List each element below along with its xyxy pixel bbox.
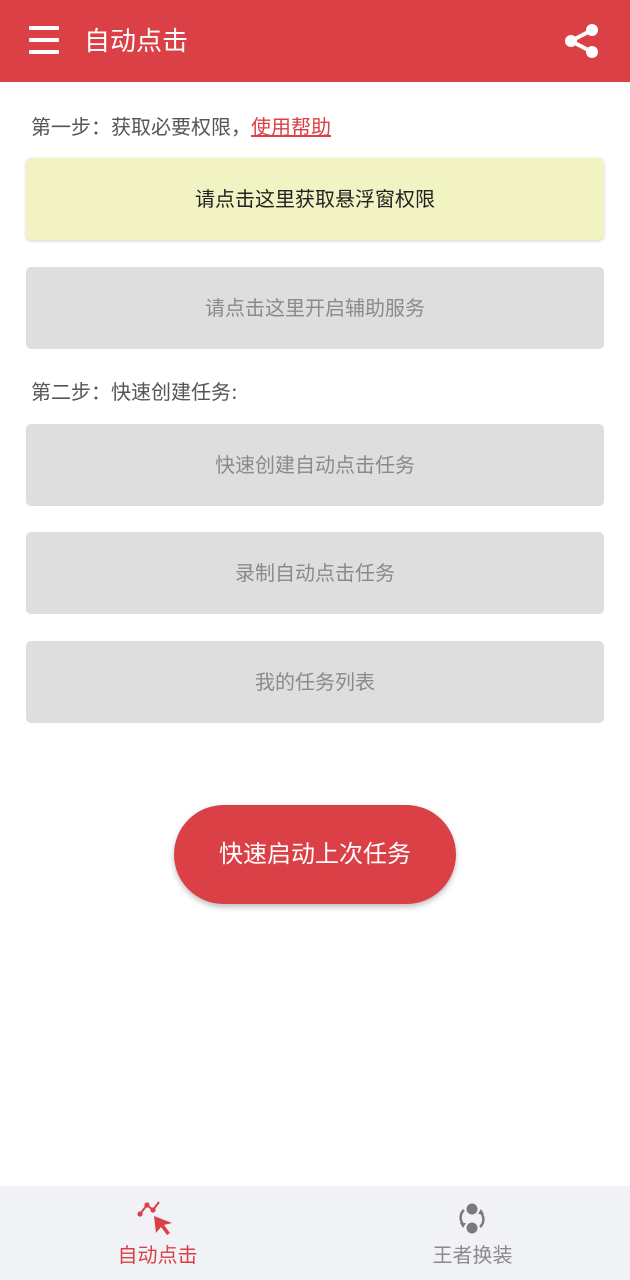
bottom-navigation: 自动点击 王者换装 (0, 1186, 630, 1280)
swap-icon (459, 1203, 485, 1234)
quick-create-task-button[interactable]: 快速创建自动点击任务 (26, 424, 604, 506)
share-icon[interactable] (563, 22, 601, 60)
step2-label: 第二步：快速创建任务: (31, 380, 238, 404)
my-task-list-button[interactable]: 我的任务列表 (26, 641, 604, 723)
app-title: 自动点击 (84, 27, 189, 57)
quick-start-last-task-button[interactable]: 快速启动上次任务 (174, 805, 456, 904)
nav-tab-skin-swap[interactable]: 王者换装 (315, 1186, 630, 1280)
hamburger-menu-icon[interactable] (29, 26, 59, 56)
overlay-permission-button[interactable]: 请点击这里获取悬浮窗权限 (26, 158, 604, 240)
nav-label-skin-swap: 王者换装 (432, 1243, 513, 1267)
nav-label-auto-click: 自动点击 (117, 1243, 198, 1267)
help-link[interactable]: 使用帮助 (251, 115, 331, 139)
cursor-click-icon (137, 1201, 172, 1235)
record-task-button[interactable]: 录制自动点击任务 (26, 532, 604, 614)
step1-label: 第一步：获取必要权限，使用帮助 (31, 112, 331, 142)
step1-text: 第一步：获取必要权限， (31, 115, 251, 139)
accessibility-service-button[interactable]: 请点击这里开启辅助服务 (26, 267, 604, 349)
app-bar: 自动点击 (0, 0, 630, 82)
nav-tab-auto-click[interactable]: 自动点击 (0, 1186, 315, 1280)
